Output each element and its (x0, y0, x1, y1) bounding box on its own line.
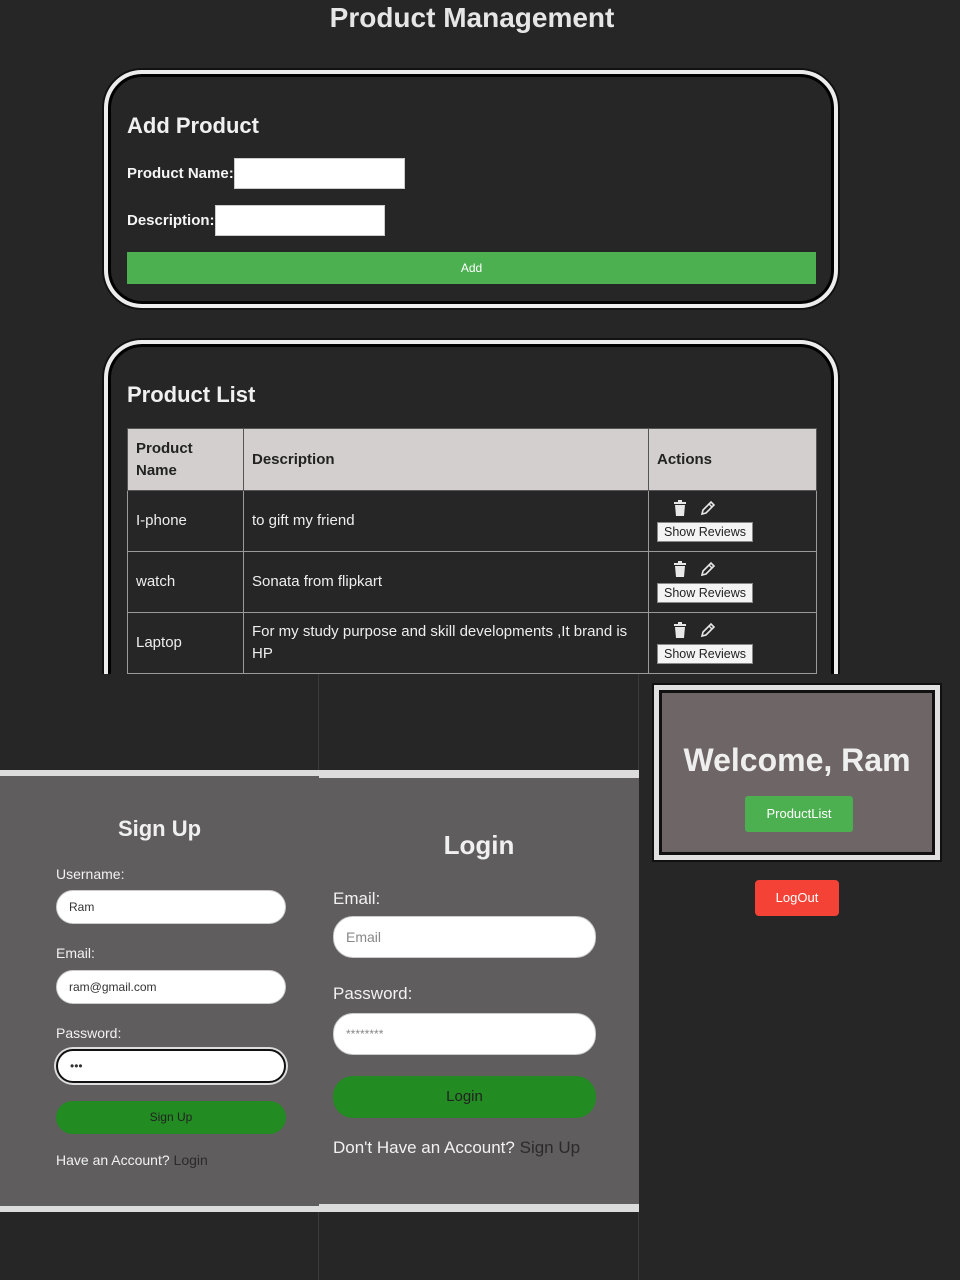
welcome-title: Welcome, Ram (683, 742, 911, 778)
pencil-icon[interactable] (699, 499, 717, 517)
table-row: watch Sonata from flipkart Show Reviews (127, 551, 817, 613)
column-header-product-name: Product Name (127, 428, 244, 491)
column-header-description: Description (243, 428, 649, 491)
product-description-cell: to gift my friend (243, 490, 649, 552)
product-name-label: Product Name: (127, 165, 234, 182)
login-password-input[interactable]: ******** (333, 1013, 596, 1055)
table-header-row: Product Name Description Actions (127, 428, 817, 491)
pencil-icon[interactable] (699, 621, 717, 639)
product-list-panel: Product List Product Name Description Ac… (104, 340, 838, 674)
productlist-button[interactable]: ProductList (745, 796, 853, 832)
login-screen: Login Email: Email Password: ******** Lo… (319, 674, 639, 1280)
signup-email-input[interactable]: ram@gmail.com (56, 970, 286, 1004)
signup-button[interactable]: Sign Up (56, 1101, 286, 1134)
welcome-card: Welcome, Ram ProductList (654, 685, 940, 860)
signup-password-label: Password: (56, 1025, 122, 1041)
login-footer-text: Don't Have an Account? (333, 1138, 515, 1157)
product-list-heading: Product List (127, 382, 256, 407)
description-label: Description: (127, 212, 215, 229)
page-title: Product Management (329, 2, 615, 33)
product-name-cell: watch (127, 551, 244, 613)
signup-email-label: Email: (56, 945, 95, 961)
table-row: I-phone to gift my friend Show Reviews (127, 490, 817, 552)
signup-footer-text: Have an Account? (56, 1152, 170, 1168)
product-table: Product Name Description Actions I-phone… (127, 428, 817, 674)
login-link[interactable]: Login (174, 1152, 208, 1168)
trash-icon[interactable] (671, 499, 689, 517)
login-email-label: Email: (333, 889, 381, 908)
product-description-cell: For my study purpose and skill developme… (243, 612, 649, 674)
show-reviews-button[interactable]: Show Reviews (657, 583, 753, 603)
description-row: Description: (127, 205, 385, 236)
actions-cell: Show Reviews (648, 551, 817, 613)
signup-heading: Sign Up (117, 816, 202, 841)
signup-screen: Sign Up Username: Ram Email: ram@gmail.c… (0, 674, 319, 1280)
actions-cell: Show Reviews (648, 490, 817, 552)
signup-link[interactable]: Sign Up (520, 1138, 580, 1157)
login-password-label: Password: (333, 984, 413, 1003)
product-name-row: Product Name: (127, 158, 405, 189)
signup-card: Sign Up Username: Ram Email: ram@gmail.c… (0, 770, 319, 1212)
product-name-input[interactable] (233, 158, 405, 189)
add-product-panel: Add Product Product Name: Description: A… (104, 70, 838, 308)
product-description-cell: Sonata from flipkart (243, 551, 649, 613)
show-reviews-button[interactable]: Show Reviews (657, 644, 753, 664)
username-label: Username: (56, 866, 125, 882)
login-heading: Login (443, 830, 515, 860)
table-row: Laptop For my study purpose and skill de… (127, 612, 817, 674)
welcome-screen: Welcome, Ram ProductList LogOut (639, 674, 960, 1280)
add-button[interactable]: Add (127, 252, 816, 284)
product-management-screen: Product Management Add Product Product N… (0, 0, 960, 674)
product-name-cell: Laptop (127, 612, 244, 674)
login-email-input[interactable]: Email (333, 916, 596, 958)
login-card: Login Email: Email Password: ******** Lo… (319, 770, 639, 1212)
show-reviews-button[interactable]: Show Reviews (657, 522, 753, 542)
signup-footer: Have an Account? Login (56, 1152, 208, 1168)
product-name-cell: I-phone (127, 490, 244, 552)
signup-password-input[interactable]: ••• (56, 1049, 286, 1083)
pencil-icon[interactable] (699, 560, 717, 578)
login-footer: Don't Have an Account? Sign Up (333, 1138, 580, 1158)
add-product-heading: Add Product (127, 113, 259, 138)
actions-cell: Show Reviews (648, 612, 817, 674)
description-input[interactable] (214, 205, 385, 236)
login-button[interactable]: Login (333, 1076, 596, 1118)
trash-icon[interactable] (671, 560, 689, 578)
username-input[interactable]: Ram (56, 890, 286, 924)
column-header-actions: Actions (648, 428, 817, 491)
trash-icon[interactable] (671, 621, 689, 639)
logout-button[interactable]: LogOut (755, 880, 839, 916)
